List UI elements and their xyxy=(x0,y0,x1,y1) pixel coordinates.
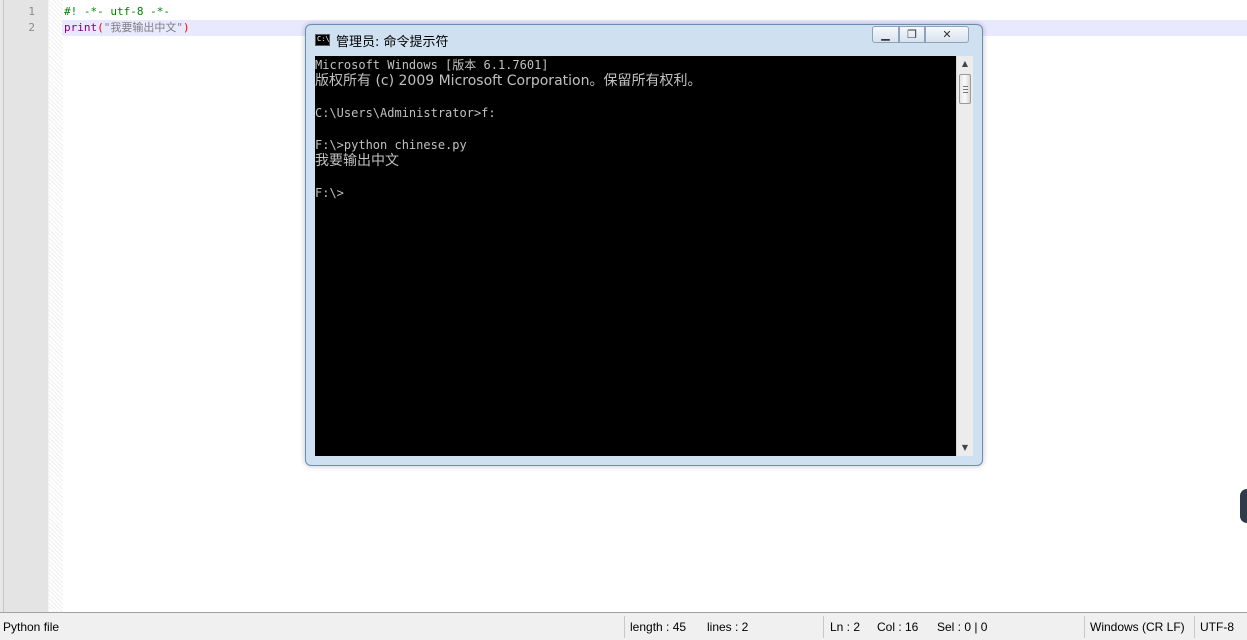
console-prompt: F:\> xyxy=(315,186,344,200)
floating-scroll-button[interactable] xyxy=(1240,489,1247,523)
console-line: C:\Users\Administrator>f: xyxy=(315,106,496,120)
cmd-icon[interactable]: C:\ xyxy=(315,34,330,46)
status-selection: Sel : 0 | 0 xyxy=(937,620,988,634)
status-length: length : 45 xyxy=(630,620,687,634)
status-encoding: UTF-8 xyxy=(1200,620,1234,634)
status-separator xyxy=(1194,616,1195,638)
window-titlebar[interactable]: C:\ 管理员: 命令提示符 ▁ ❐ ✕ xyxy=(306,25,982,55)
status-separator xyxy=(624,616,625,638)
string-token: "我要输出中文" xyxy=(103,21,183,34)
status-line-number: Ln : 2 xyxy=(830,620,861,634)
line-number: 1 xyxy=(28,5,35,18)
status-bar: Python file length : 45 lines : 2 Ln : 2… xyxy=(0,612,1247,640)
maximize-icon: ❐ xyxy=(907,28,917,41)
close-icon: ✕ xyxy=(942,28,952,41)
line-number-margin: 1 2 xyxy=(4,0,48,612)
console-line: 我要输出中文 xyxy=(315,153,399,169)
maximize-button[interactable]: ❐ xyxy=(899,26,925,43)
code-line[interactable]: print("我要输出中文") xyxy=(64,20,190,36)
scroll-up-icon[interactable]: ▲ xyxy=(957,56,973,72)
command-prompt-window[interactable]: C:\ 管理员: 命令提示符 ▁ ❐ ✕ Microsoft Windows [… xyxy=(305,24,983,466)
code-text[interactable]: #! -*- utf-8 -*- print("我要输出中文") xyxy=(64,4,190,36)
close-button[interactable]: ✕ xyxy=(925,26,969,43)
console-line: 版权所有 (c) 2009 Microsoft Corporation。保留所有… xyxy=(315,73,702,89)
line-number: 2 xyxy=(28,21,35,34)
scroll-thumb[interactable] xyxy=(959,74,971,104)
vertical-scrollbar[interactable]: ▲ ▼ xyxy=(956,56,973,456)
window-title: 管理员: 命令提示符 xyxy=(336,35,449,50)
scroll-down-icon[interactable]: ▼ xyxy=(957,440,973,456)
comment-token: #! -*- utf-8 -*- xyxy=(64,5,170,18)
status-lines: lines : 2 xyxy=(707,620,749,634)
keyword-token: print xyxy=(64,21,98,34)
console-output[interactable]: Microsoft Windows [版本 6.1.7601] 版权所有 (c)… xyxy=(315,56,956,456)
fold-margin[interactable] xyxy=(48,0,63,612)
code-line[interactable]: #! -*- utf-8 -*- xyxy=(64,4,190,20)
status-column: Col : 16 xyxy=(877,620,919,634)
console-line: Microsoft Windows [版本 6.1.7601] xyxy=(315,58,549,72)
status-separator xyxy=(1084,616,1085,638)
paren-token: ( xyxy=(97,21,104,34)
status-separator xyxy=(823,616,824,638)
paren-token: ) xyxy=(183,21,190,34)
minimize-button[interactable]: ▁ xyxy=(872,26,899,43)
cmd-icon-glyph: C:\ xyxy=(317,35,330,43)
minimize-icon: ▁ xyxy=(881,28,890,41)
console-line: F:\>python chinese.py xyxy=(315,138,467,152)
status-eol: Windows (CR LF) xyxy=(1090,620,1185,634)
status-file-type: Python file xyxy=(3,620,60,634)
